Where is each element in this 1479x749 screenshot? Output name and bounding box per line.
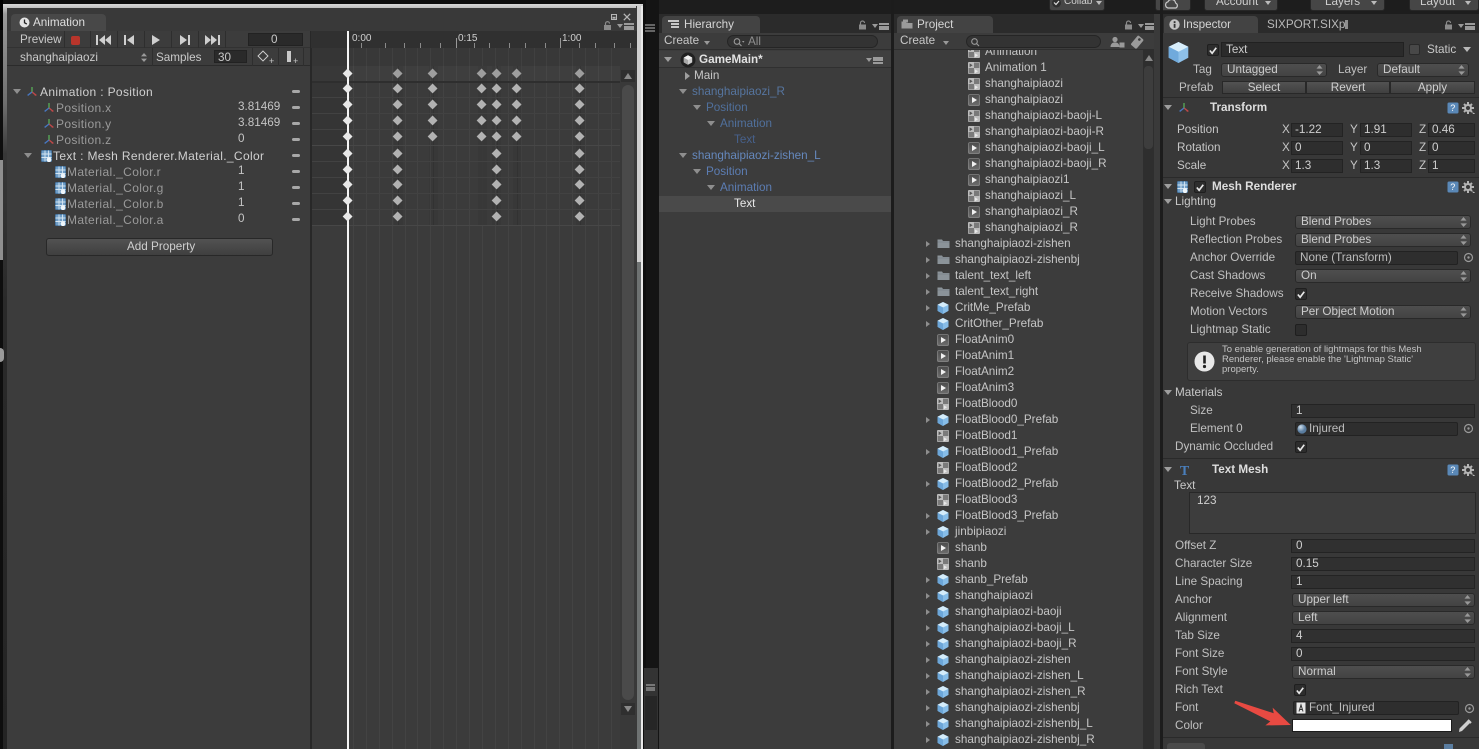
svg-text:?: ? [1450, 103, 1455, 113]
svg-text:?: ? [1450, 182, 1455, 192]
svg-text:T: T [1180, 464, 1190, 477]
svg-text:?: ? [1450, 465, 1455, 475]
